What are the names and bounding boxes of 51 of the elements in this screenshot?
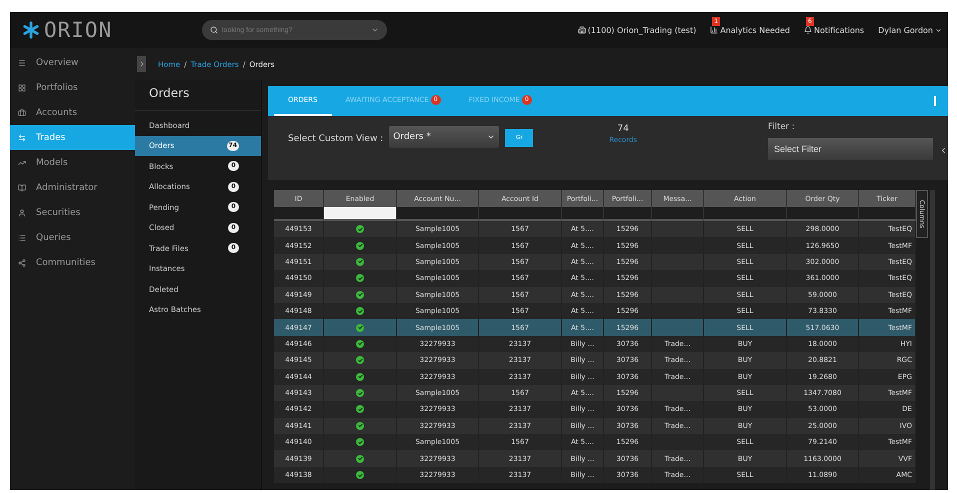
nav-icon bbox=[18, 108, 26, 116]
view-label: Select Custom View : bbox=[288, 134, 384, 144]
nav-label: Overview bbox=[36, 58, 78, 68]
nav-item[interactable]: Portfolios bbox=[10, 75, 135, 100]
nav-icon bbox=[18, 258, 26, 266]
nav-item[interactable]: Communities bbox=[10, 250, 135, 275]
nav-item[interactable]: Accounts bbox=[10, 100, 135, 125]
alert-link[interactable]: Analytics Needed bbox=[720, 26, 790, 34]
collapse-icon[interactable] bbox=[939, 146, 948, 155]
nav-item[interactable]: Queries bbox=[10, 225, 135, 250]
filter-select[interactable]: Select Filter bbox=[768, 138, 933, 160]
bar-chart-icon bbox=[710, 26, 718, 34]
user-menu[interactable]: Dylan Gordon bbox=[878, 26, 933, 34]
nav-item[interactable]: Models bbox=[10, 150, 135, 175]
view-select[interactable]: Orders * bbox=[389, 126, 500, 148]
nav-label: Portfolios bbox=[36, 82, 78, 92]
expand-button[interactable] bbox=[137, 56, 146, 72]
caret-icon bbox=[487, 133, 496, 141]
table-cell bbox=[652, 319, 704, 336]
table-cell bbox=[652, 302, 704, 320]
bell-icon bbox=[804, 26, 812, 34]
firm-selector[interactable]: (1100) Orion_Trading (test) bbox=[588, 26, 696, 34]
filter-label: Filter : bbox=[768, 122, 796, 132]
nav-icon bbox=[18, 208, 26, 216]
building-icon bbox=[578, 26, 586, 34]
nav-item[interactable]: Securities bbox=[10, 200, 135, 225]
search-icon bbox=[210, 26, 218, 34]
logo-asterisk-icon bbox=[22, 21, 40, 39]
nav-icon bbox=[18, 134, 26, 142]
column-filter[interactable] bbox=[324, 207, 397, 221]
nav-icon bbox=[18, 58, 26, 66]
nav-icon bbox=[18, 158, 26, 166]
nav-label: Queries bbox=[36, 232, 71, 242]
alert-link[interactable]: Notifications bbox=[814, 26, 864, 34]
sub-nav-title: Orders bbox=[135, 80, 261, 111]
table-cell bbox=[652, 221, 704, 238]
logo-text: ORION bbox=[44, 18, 112, 42]
nav-label: Administrator bbox=[36, 182, 98, 192]
nav-item[interactable]: Administrator bbox=[10, 175, 135, 200]
nav-label: Accounts bbox=[36, 108, 78, 118]
caret-icon bbox=[935, 26, 942, 34]
nav-label: Securities bbox=[36, 208, 80, 218]
nav-item[interactable]: Overview bbox=[10, 50, 135, 75]
nav-label: Communities bbox=[36, 258, 96, 268]
nav-icon bbox=[18, 234, 26, 242]
caret-icon bbox=[371, 26, 379, 34]
nav-label: Trades bbox=[36, 132, 66, 142]
nav-label: Models bbox=[36, 158, 68, 168]
nav-icon bbox=[18, 84, 26, 92]
records-count: 74 bbox=[617, 124, 629, 134]
nav-icon bbox=[18, 184, 26, 192]
